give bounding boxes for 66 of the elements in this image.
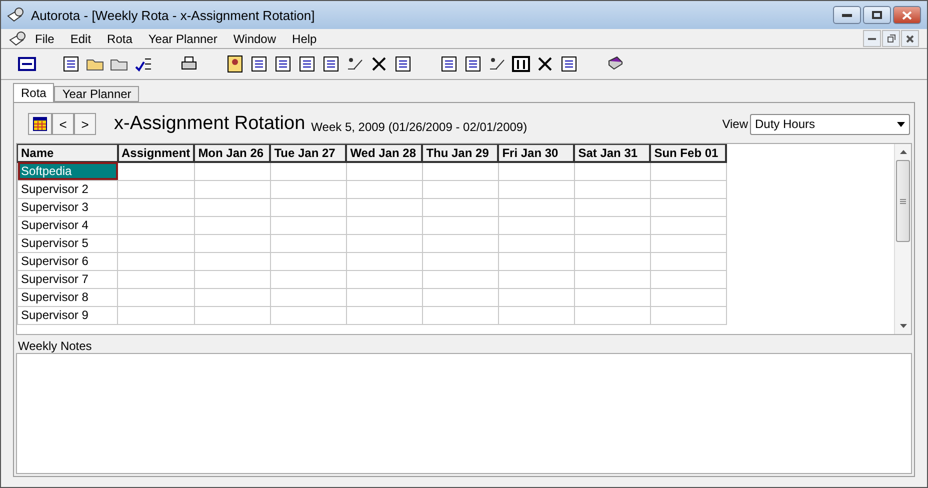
portrait-icon <box>226 55 244 73</box>
name-cell[interactable]: Supervisor 9 <box>18 306 118 324</box>
restore-button[interactable] <box>882 30 900 47</box>
minimize-icon <box>842 14 852 16</box>
menu-item[interactable]: Edit <box>62 32 100 46</box>
close-icon <box>906 34 914 42</box>
column-header: Name <box>18 144 118 162</box>
column-header: Mon Jan 26 <box>194 144 270 162</box>
menu-item[interactable]: Rota <box>99 32 140 46</box>
column-header: Assignment <box>118 144 194 162</box>
notes-field[interactable] <box>16 353 912 474</box>
view-dropdown[interactable]: Duty Hours <box>750 114 910 134</box>
name-cell[interactable]: Supervisor 4 <box>18 216 118 234</box>
close-button[interactable] <box>901 30 919 47</box>
week-range: Week 5, 2009 (01/26/2009 - 02/01/2009) <box>311 120 528 134</box>
calendar-icon <box>33 117 47 131</box>
toolbar-button[interactable] <box>249 54 269 74</box>
dropdown-arrow-icon <box>897 122 905 126</box>
minimize-button[interactable] <box>863 30 881 47</box>
delete-icon <box>370 55 388 73</box>
delete-icon <box>536 55 554 73</box>
toolbar-button[interactable] <box>17 54 37 74</box>
menu-item[interactable]: File <box>27 32 62 46</box>
grip-icon <box>900 198 906 204</box>
name-cell[interactable]: Supervisor 7 <box>18 270 118 288</box>
column-header: Fri Jan 30 <box>498 144 574 162</box>
view-label: View <box>722 117 748 131</box>
name-cell[interactable]: Supervisor 6 <box>18 252 118 270</box>
toolbar-button[interactable] <box>511 54 531 74</box>
up-arrow-icon <box>900 150 906 154</box>
tab[interactable]: Rota <box>13 83 54 102</box>
minimize-button[interactable] <box>833 6 861 24</box>
column-header: Sun Feb 01 <box>650 144 726 162</box>
column-header: Thu Jan 29 <box>422 144 498 162</box>
minimize-icon <box>868 38 876 40</box>
menu-item[interactable]: Help <box>284 32 325 46</box>
window-title: Autorota - [Weekly Rota - x-Assignment Rotation] <box>31 8 316 22</box>
notes-label: Weekly Notes <box>18 339 93 353</box>
menu-item[interactable]: Year Planner <box>140 32 226 46</box>
name-cell[interactable]: Supervisor 2 <box>18 180 118 198</box>
calendar-button[interactable] <box>28 113 52 135</box>
book-clock-icon <box>9 30 27 46</box>
columns-icon <box>512 55 530 73</box>
close-icon <box>902 10 912 20</box>
column-header: Sat Jan 31 <box>574 144 650 162</box>
maximize-icon <box>872 11 882 19</box>
name-cell[interactable]: Supervisor 5 <box>18 234 118 252</box>
toolbar-button[interactable] <box>225 54 245 74</box>
name-cell[interactable]: Softpedia <box>18 162 118 180</box>
maximize-button[interactable] <box>863 6 891 24</box>
restore-icon <box>886 34 896 43</box>
name-cell[interactable]: Supervisor 8 <box>18 288 118 306</box>
exit-icon <box>18 55 36 73</box>
scrollbar[interactable] <box>894 144 911 334</box>
column-header: Wed Jan 28 <box>346 144 422 162</box>
name-cell[interactable]: Supervisor 3 <box>18 198 118 216</box>
column-header: Tue Jan 27 <box>270 144 346 162</box>
book-clock-icon <box>7 7 25 23</box>
next-button[interactable]: > <box>74 113 96 135</box>
close-button[interactable] <box>893 6 921 24</box>
rota-title: x-Assignment Rotation <box>114 113 306 135</box>
tab[interactable]: Year Planner <box>54 86 140 102</box>
menu-item[interactable]: Window <box>225 32 284 46</box>
down-arrow-icon <box>900 324 906 328</box>
list-icon <box>250 55 268 73</box>
previous-button[interactable]: < <box>52 113 74 135</box>
